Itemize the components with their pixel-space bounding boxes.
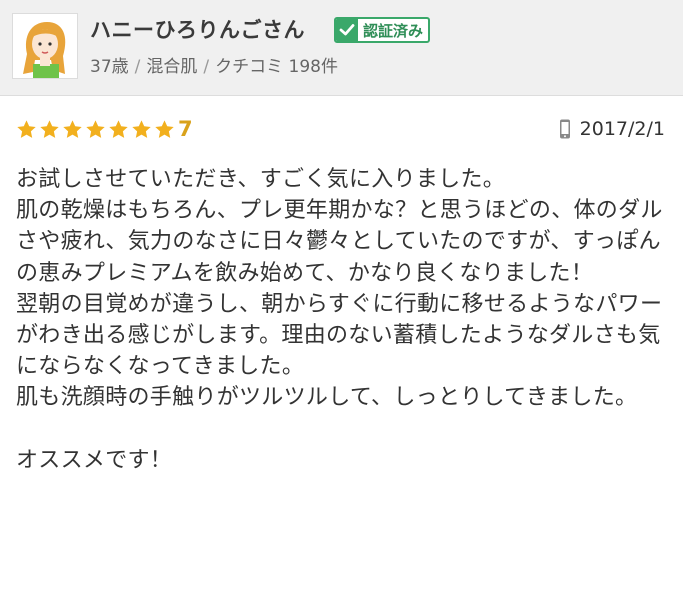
- meta-separator: /: [134, 57, 141, 77]
- star-icon: [132, 119, 151, 138]
- mobile-phone-icon: [559, 119, 570, 139]
- review-body: お試しさせていただき、すごく気に入りました。 肌の乾燥はもちろん、プレ更年期かな…: [16, 164, 671, 476]
- verified-label: 認証済み: [363, 21, 424, 40]
- rating: 7: [16, 117, 193, 141]
- star-icon: [86, 119, 105, 138]
- reviewer-age: 37歳: [90, 57, 129, 77]
- rating-value: 7: [178, 117, 193, 141]
- review-line: 肌も洗顔時の手触りがツルツルして、しっとりしてきました。: [16, 385, 638, 411]
- reviewer-skin-type: 混合肌: [146, 57, 198, 77]
- avatar-illustration: [13, 14, 77, 78]
- star-icon: [155, 119, 174, 138]
- star-icon: [17, 119, 36, 138]
- review-blank-line: [16, 414, 671, 445]
- review-line: オススメです！: [16, 447, 173, 473]
- review-date: 2017/2/1: [579, 118, 665, 140]
- review-date-area: 2017/2/1: [559, 117, 665, 141]
- check-icon: [336, 19, 358, 41]
- star-icon: [109, 119, 128, 138]
- verified-badge: 認証済み: [334, 17, 431, 43]
- review-line: 翌朝の目覚めが違うし、朝からすぐに行動に移せるようなパワーがわき出る感じがします…: [16, 291, 663, 380]
- avatar[interactable]: [12, 13, 78, 79]
- star-icon: [63, 119, 82, 138]
- reviewer-name[interactable]: ハニーひろりんごさん: [90, 14, 305, 44]
- rating-stars: [16, 119, 175, 140]
- meta-separator: /: [203, 57, 210, 77]
- reviewer-review-count[interactable]: クチコミ 198件: [215, 57, 338, 77]
- review-line: お試しさせていただき、すごく気に入りました。: [16, 167, 506, 192]
- reviewer-meta: 37歳 / 混合肌 / クチコミ 198件: [90, 52, 338, 77]
- star-icon: [40, 119, 59, 138]
- review-line: 肌の乾燥はもちろん、プレ更年期かな？と思うほどの、体のダルさや疲れ、気力のなさに…: [16, 198, 663, 286]
- reviewer-header: ハニーひろりんごさん 認証済み 37歳 / 混合肌 / クチコミ 198件: [0, 0, 683, 96]
